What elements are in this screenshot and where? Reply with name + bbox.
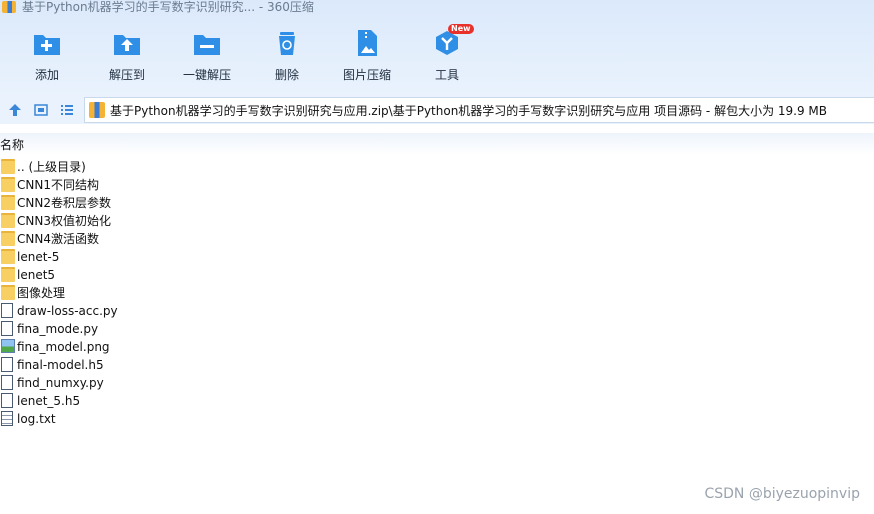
add-icon — [32, 28, 62, 58]
list-item[interactable]: log.txt — [0, 410, 300, 428]
address-bar[interactable]: 基于Python机器学习的手写数字识别研究与应用.zip\基于Python机器学… — [84, 97, 874, 123]
delete-icon — [272, 28, 302, 58]
file-name: 图像处理 — [17, 286, 66, 300]
list-item[interactable]: .. (上级目录) — [0, 158, 300, 176]
tools-icon: New — [432, 24, 474, 58]
file-name: CNN1不同结构 — [17, 178, 99, 192]
up-button[interactable] — [7, 102, 23, 118]
file-icon — [1, 357, 15, 373]
list-item[interactable]: fina_model.png — [0, 338, 300, 356]
file-name: lenet-5 — [17, 250, 60, 264]
up-arrow-icon — [9, 104, 21, 116]
file-icon — [1, 321, 15, 337]
text-file-icon — [1, 411, 15, 427]
file-name: final-model.h5 — [17, 358, 104, 372]
column-name-header[interactable]: 名称 — [0, 136, 24, 153]
app-icon — [2, 1, 16, 13]
list-item[interactable]: fina_mode.py — [0, 320, 300, 338]
extract-to-icon — [112, 28, 142, 58]
list-item[interactable]: lenet5 — [0, 266, 300, 284]
list-item[interactable]: lenet-5 — [0, 248, 300, 266]
thumbnail-view-icon — [34, 104, 48, 116]
folder-icon — [1, 159, 15, 175]
thumbnail-view-button[interactable] — [33, 102, 49, 118]
add-button[interactable]: 添加 — [7, 22, 87, 88]
list-view-button[interactable] — [59, 102, 75, 118]
top-area: 基于Python机器学习的手写数字识别研究... - 360压缩 添加 解压到 … — [0, 0, 874, 96]
tools-label: 工具 — [434, 68, 459, 82]
archive-icon — [89, 102, 105, 118]
list-item[interactable]: draw-loss-acc.py — [0, 302, 300, 320]
folder-icon — [1, 195, 15, 211]
add-label: 添加 — [34, 68, 59, 82]
navigation-row: 基于Python机器学习的手写数字识别研究与应用.zip\基于Python机器学… — [0, 96, 874, 124]
file-icon — [1, 393, 15, 409]
image-file-icon — [1, 339, 15, 355]
watermark: CSDN @biyezuopinvip — [704, 486, 860, 502]
file-name: find_numxy.py — [17, 376, 104, 390]
folder-icon — [1, 285, 15, 301]
one-click-extract-icon — [192, 28, 222, 58]
delete-button[interactable]: 删除 — [247, 22, 327, 88]
image-compress-button[interactable]: 图片压缩 — [327, 22, 407, 88]
file-name: CNN4激活函数 — [17, 232, 99, 246]
file-name: fina_model.png — [17, 340, 110, 354]
tools-button[interactable]: New 工具 — [407, 22, 487, 88]
file-name: CNN2卷积层参数 — [17, 196, 111, 210]
one-click-extract-label: 一键解压 — [182, 68, 231, 82]
file-name: .. (上级目录) — [17, 160, 86, 174]
file-icon — [1, 375, 15, 391]
file-name: log.txt — [17, 412, 56, 426]
folder-icon — [1, 231, 15, 247]
list-view-icon — [61, 105, 73, 115]
file-name: lenet_5.h5 — [17, 394, 81, 408]
folder-icon — [1, 177, 15, 193]
list-item[interactable]: find_numxy.py — [0, 374, 300, 392]
folder-icon — [1, 249, 15, 265]
list-item[interactable]: CNN1不同结构 — [0, 176, 300, 194]
list-item[interactable]: CNN4激活函数 — [0, 230, 300, 248]
column-header: 名称 — [0, 133, 874, 155]
list-item[interactable]: CNN2卷积层参数 — [0, 194, 300, 212]
file-name: CNN3权值初始化 — [17, 214, 111, 228]
delete-label: 删除 — [274, 68, 299, 82]
one-click-extract-button[interactable]: 一键解压 — [167, 22, 247, 88]
file-name: fina_mode.py — [17, 322, 99, 336]
file-name: draw-loss-acc.py — [17, 304, 118, 318]
window-title: 基于Python机器学习的手写数字识别研究... - 360压缩 — [22, 0, 314, 14]
extract-to-label: 解压到 — [108, 68, 145, 82]
list-item[interactable]: CNN3权值初始化 — [0, 212, 300, 230]
title-bar: 基于Python机器学习的手写数字识别研究... - 360压缩 — [0, 0, 874, 14]
address-path: 基于Python机器学习的手写数字识别研究与应用.zip\基于Python机器学… — [110, 103, 828, 118]
list-item[interactable]: lenet_5.h5 — [0, 392, 300, 410]
extract-to-button[interactable]: 解压到 — [87, 22, 167, 88]
file-icon — [1, 303, 15, 319]
list-item[interactable]: 图像处理 — [0, 284, 300, 302]
image-compress-icon — [352, 28, 382, 58]
folder-icon — [1, 213, 15, 229]
file-name: lenet5 — [17, 268, 56, 282]
toolbar: 添加 解压到 一键解压 删除 图片压缩 New 工具 — [0, 22, 500, 88]
list-item[interactable]: final-model.h5 — [0, 356, 300, 374]
image-compress-label: 图片压缩 — [342, 68, 391, 82]
folder-icon — [1, 267, 15, 283]
new-badge: New — [448, 24, 474, 34]
